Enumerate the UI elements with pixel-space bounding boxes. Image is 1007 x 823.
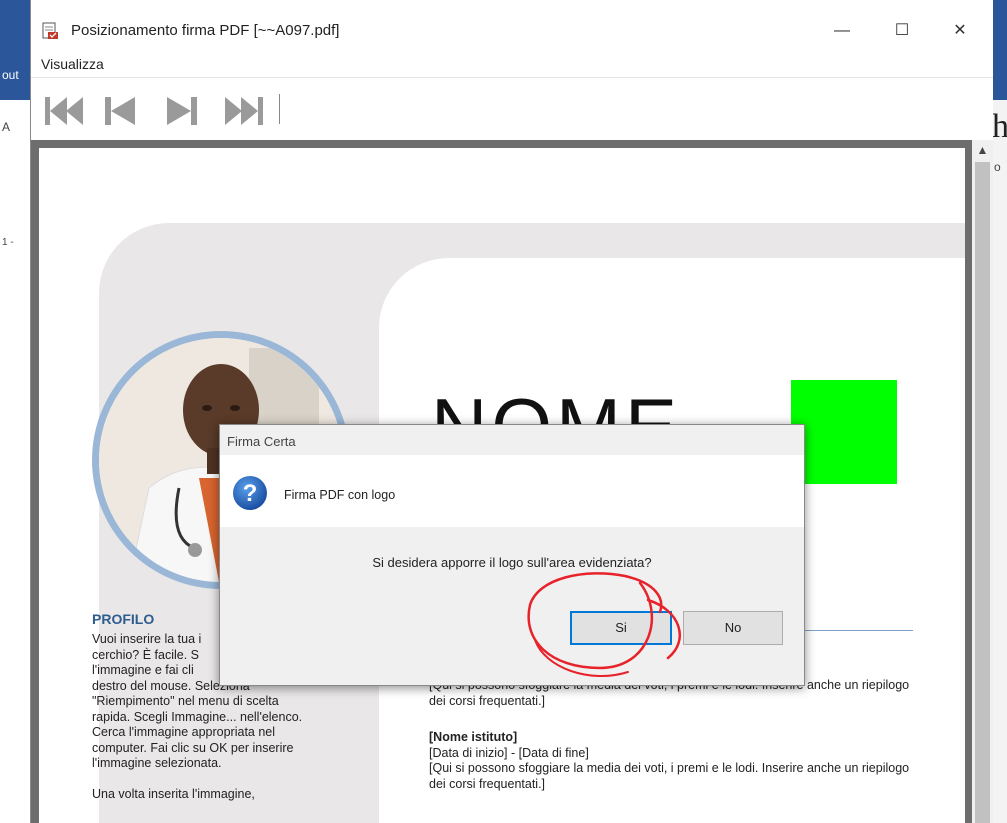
signature-logo-area[interactable] xyxy=(791,380,897,484)
scroll-up-arrow-icon[interactable]: ▲ xyxy=(972,140,993,160)
previous-page-icon[interactable] xyxy=(103,94,137,128)
background-text: out xyxy=(2,68,19,82)
menu-visualizza[interactable]: Visualizza xyxy=(41,56,104,72)
background-text: 1 - xyxy=(2,237,14,248)
pdf-signature-app-icon xyxy=(42,22,58,39)
vertical-scrollbar[interactable]: ▲ xyxy=(972,140,993,823)
last-page-icon[interactable] xyxy=(223,94,267,128)
yes-button[interactable]: Si xyxy=(570,611,672,645)
background-text: o xyxy=(994,160,1001,174)
dialog-header: ? Firma PDF con logo xyxy=(220,455,804,527)
next-page-icon[interactable] xyxy=(165,94,199,128)
education-institute: [Nome istituto] xyxy=(429,730,518,744)
maximize-button[interactable]: ☐ xyxy=(879,12,925,50)
question-icon: ? xyxy=(233,476,267,510)
dialog-title: Firma Certa xyxy=(227,434,296,449)
background-ribbon xyxy=(0,0,30,100)
first-page-icon[interactable] xyxy=(43,94,85,128)
dialog-message: Si desidera apporre il logo sull'area ev… xyxy=(372,555,652,570)
svg-text:?: ? xyxy=(243,480,258,507)
title-bar: Posizionamento firma PDF [~~A097.pdf] — … xyxy=(31,0,993,52)
background-text: A xyxy=(2,120,11,134)
background-app-right: h o xyxy=(992,0,1007,823)
window-title: Posizionamento firma PDF [~~A097.pdf] xyxy=(71,22,340,39)
no-button[interactable]: No xyxy=(683,611,783,645)
dialog-heading: Firma PDF con logo xyxy=(284,488,396,502)
profile-heading: PROFILO xyxy=(92,611,155,627)
confirm-dialog: Firma Certa ? Firma PDF con logo Si desi… xyxy=(219,424,805,686)
education-description: [Qui si possono sfoggiare la media dei v… xyxy=(429,761,910,791)
close-button[interactable]: ✕ xyxy=(937,12,983,50)
navigation-toolbar xyxy=(31,77,993,138)
education-dates: [Data di inizio] - [Data di fine] xyxy=(429,745,589,760)
background-text: h xyxy=(992,108,1007,145)
pdf-signature-window: Posizionamento firma PDF [~~A097.pdf] — … xyxy=(30,0,993,823)
scrollbar-thumb[interactable] xyxy=(975,162,990,823)
menu-bar: Visualizza xyxy=(31,52,993,76)
background-app-left: out A 1 - xyxy=(0,0,30,823)
background-ribbon xyxy=(992,0,1007,100)
toolbar-separator xyxy=(279,94,280,124)
minimize-button[interactable]: — xyxy=(819,12,865,50)
education-entry: [Nome istituto] [Data di inizio] - [Data… xyxy=(429,730,929,792)
